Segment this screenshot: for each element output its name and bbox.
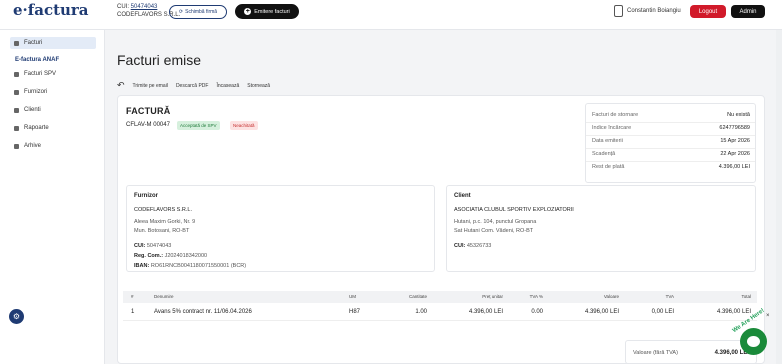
supplier-cui: CUI: 50474043 bbox=[134, 243, 172, 249]
divider bbox=[586, 148, 755, 149]
client-name: ASOCIATIA CLUBUL SPORTIV EXPLOZIATORII bbox=[454, 207, 574, 213]
total-label: Valoare (fără TVA) bbox=[633, 350, 678, 356]
chart-icon bbox=[14, 125, 19, 131]
user-name[interactable]: Constantin Boiangiu bbox=[627, 8, 681, 14]
summary-row: Indice încărcare 6247796589 bbox=[592, 125, 750, 131]
client-address-line: Hutani, p.c. 104, punctul Gropana bbox=[454, 219, 537, 225]
divider bbox=[586, 122, 755, 123]
sidebar-item-clienti[interactable]: Clienti bbox=[10, 104, 96, 116]
invoice-number: CFLAV-M 00047 bbox=[126, 122, 170, 128]
client-cui: CUI: 45326733 bbox=[454, 243, 492, 249]
users-icon bbox=[14, 107, 19, 113]
summary-row: Facturi de stornare Nu există bbox=[592, 112, 750, 118]
logout-button[interactable]: Logout bbox=[690, 5, 726, 18]
summary-row: Data emiterii 15 Apr 2026 bbox=[592, 138, 750, 144]
plus-icon: + bbox=[244, 8, 252, 15]
sidebar-item-label: Facturi bbox=[24, 40, 43, 46]
invoice-actions: ↶ Trimite pe email Descarcă PDF Încaseaz… bbox=[117, 80, 270, 91]
col-value: Valoare bbox=[603, 294, 619, 299]
client-card: Client ASOCIATIA CLUBUL SPORTIV EXPLOZIA… bbox=[446, 185, 756, 272]
download-pdf-button[interactable]: Descarcă PDF bbox=[176, 83, 209, 89]
sidebar-item-label: Facturi SPV bbox=[24, 71, 57, 77]
payment-status-badge: Neachitată bbox=[230, 121, 258, 130]
table-row: 1 Avans 5% contract nr. 11/06.04.2026 H8… bbox=[123, 305, 757, 321]
col-index: # bbox=[131, 294, 134, 299]
sidebar-section-efactura: E-factura ANAF bbox=[15, 57, 60, 63]
summary-row: Scadență 22 Apr 2026 bbox=[592, 151, 750, 157]
summary-row: Rest de plată 4.396,00 LEI bbox=[592, 164, 750, 170]
chat-icon bbox=[747, 336, 760, 347]
cookie-settings-icon[interactable]: ⚙ bbox=[9, 309, 24, 324]
send-email-button[interactable]: Trimite pe email bbox=[133, 83, 168, 89]
document-icon bbox=[14, 71, 19, 77]
totals-box: Valoare (fără TVA) 4.396,00 LEI bbox=[625, 340, 757, 364]
sidebar-item-label: Rapoarte bbox=[24, 125, 49, 131]
spv-status-badge: Acceptată de SPV bbox=[177, 121, 220, 130]
invoice-summary: Facturi de stornare Nu există Indice înc… bbox=[585, 103, 756, 183]
client-address-line: Sat Hutani Com. Vădeni, RO-BT bbox=[454, 228, 534, 234]
switch-icon: ⟳ bbox=[178, 9, 184, 15]
admin-button[interactable]: Admin bbox=[731, 5, 765, 18]
supplier-address-line: Mun. Botosani, RO-BT bbox=[134, 228, 190, 234]
col-qty: Cantitate bbox=[408, 294, 427, 299]
scrollbar[interactable] bbox=[776, 30, 782, 364]
reverse-button[interactable]: Stornează bbox=[247, 83, 270, 89]
col-um: UM bbox=[349, 294, 356, 299]
cui-link[interactable]: 50474043 bbox=[131, 4, 158, 10]
top-header: e·factura CUI: 50474043 CODEFLAVORS S.R.… bbox=[0, 0, 782, 30]
collect-button[interactable]: Încasează bbox=[216, 83, 239, 89]
switch-firm-label: Schimbă firmă bbox=[185, 9, 218, 15]
col-total: Total bbox=[741, 294, 751, 299]
col-name: Denumire bbox=[154, 294, 174, 299]
sidebar-item-facturi[interactable]: Facturi bbox=[10, 37, 96, 49]
archive-icon bbox=[14, 143, 19, 149]
items-table-header: # Denumire UM Cantitate Preț unitar TVA … bbox=[123, 291, 757, 303]
sidebar-item-label: Furnizori bbox=[24, 89, 48, 95]
sidebar-item-furnizori[interactable]: Furnizori bbox=[10, 86, 96, 98]
divider bbox=[586, 135, 755, 136]
sidebar-item-label: Arhive bbox=[24, 143, 42, 149]
user-icon bbox=[614, 5, 623, 17]
sidebar-item-arhive[interactable]: Arhive bbox=[10, 140, 96, 152]
app-logo[interactable]: e·factura bbox=[13, 1, 89, 19]
supplier-name: CODEFLAVORS S.R.L. bbox=[134, 207, 192, 213]
sidebar-item-facturi-spv[interactable]: Facturi SPV bbox=[10, 68, 96, 80]
page-title: Facturi emise bbox=[117, 52, 202, 68]
col-vat: TVA bbox=[665, 294, 674, 299]
invoice-title: FACTURĂ bbox=[126, 106, 171, 116]
switch-firm-button[interactable]: ⟳ Schimbă firmă bbox=[169, 5, 227, 19]
list-icon bbox=[14, 40, 19, 46]
back-icon[interactable]: ↶ bbox=[117, 80, 125, 91]
supplier-card: Furnizor CODEFLAVORS S.R.L. Aleea Maxim … bbox=[126, 185, 435, 272]
supplier-address-line: Aleea Maxim Gorki, Nr. 9 bbox=[134, 219, 196, 225]
supplier-title: Furnizor bbox=[134, 193, 158, 199]
supplier-iban: IBAN: RO61RNCB0041180071550001 (BCR) bbox=[134, 263, 247, 269]
close-icon[interactable]: × bbox=[766, 313, 770, 319]
chat-widget-button[interactable] bbox=[740, 328, 767, 355]
divider bbox=[586, 161, 755, 162]
sidebar-item-rapoarte[interactable]: Rapoarte bbox=[10, 122, 96, 134]
emit-invoice-label: Emitere facturi bbox=[254, 8, 290, 15]
cui-label: CUI: bbox=[117, 4, 129, 10]
col-unit-price: Preț unitar bbox=[482, 294, 503, 299]
truck-icon bbox=[14, 89, 19, 95]
emit-invoice-button[interactable]: + Emitere facturi bbox=[235, 4, 299, 19]
col-vat-rate: TVA % bbox=[529, 294, 543, 299]
supplier-reg: Reg. Com.: J2024018342000 bbox=[134, 253, 208, 259]
client-title: Client bbox=[454, 193, 471, 199]
sidebar-item-label: Clienti bbox=[24, 107, 41, 113]
